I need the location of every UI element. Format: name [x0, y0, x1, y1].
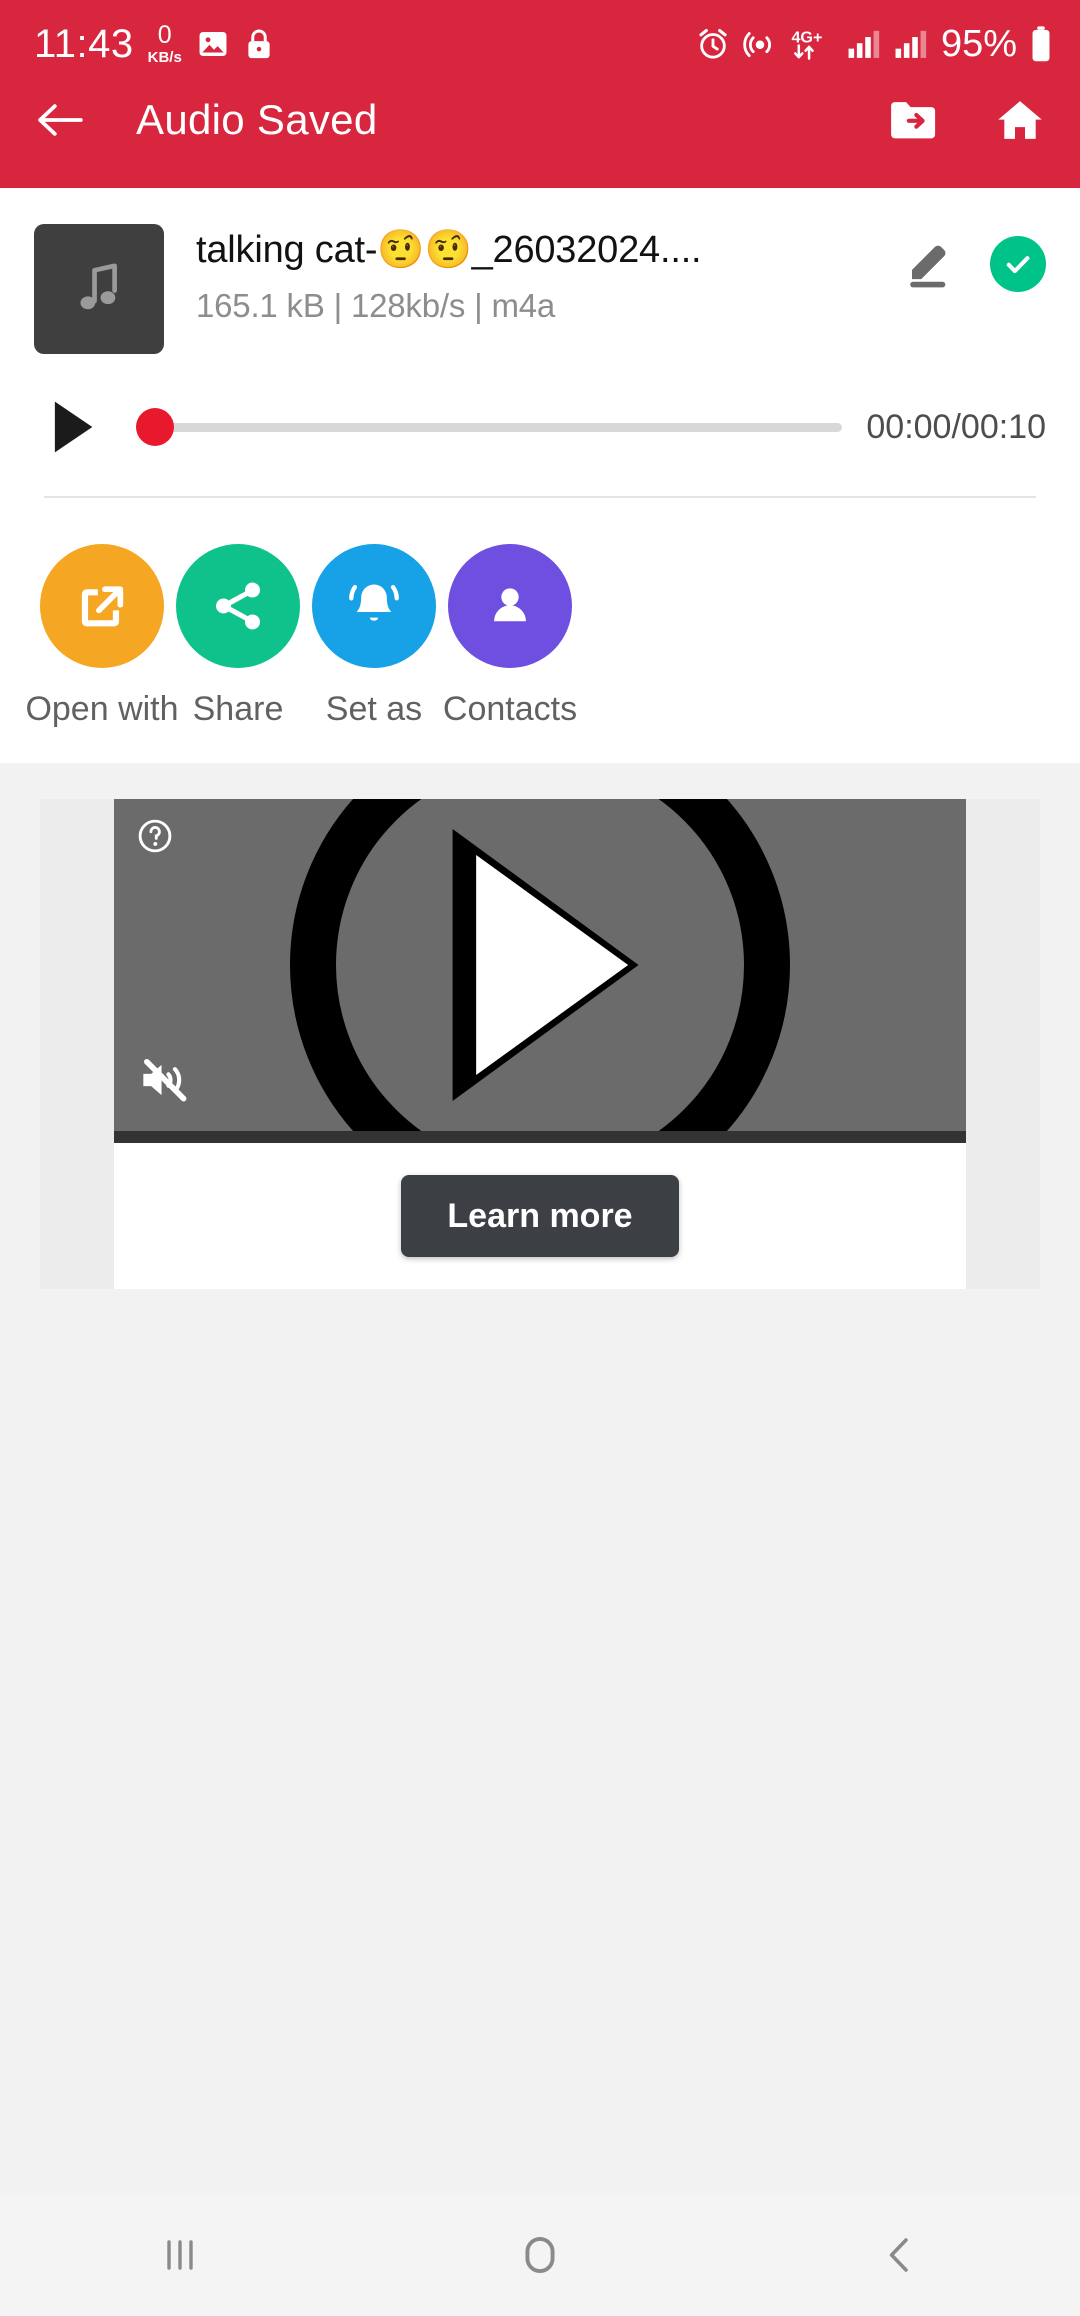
seek-thumb[interactable]: [136, 408, 174, 446]
share-icon[interactable]: [176, 544, 300, 668]
music-note-icon: [73, 260, 125, 318]
system-nav-bar: [0, 2194, 1080, 2316]
ad-info-question-icon[interactable]: [136, 817, 174, 860]
app-bar-actions: [888, 97, 1046, 143]
action-contacts[interactable]: Contacts: [442, 544, 578, 729]
file-action-group: [892, 224, 1046, 292]
phone-screen: 11:43 0 KB/s 4G+ 95% Audio Saved talking…: [0, 0, 1080, 2316]
lock-icon: [244, 27, 274, 61]
app-bar-spacer: [0, 152, 1080, 188]
status-bar-right: 4G+ 95%: [696, 23, 1052, 66]
home-circle-icon[interactable]: [440, 2194, 640, 2316]
ad-card[interactable]: Learn more: [40, 799, 1040, 1289]
battery-icon: [1030, 25, 1052, 63]
app-bar: Audio Saved: [0, 88, 1080, 152]
check-circle-icon: [990, 236, 1046, 292]
ad-video-preview[interactable]: [114, 799, 966, 1131]
action-label: Set as: [325, 690, 423, 728]
bell-icon[interactable]: [312, 544, 436, 668]
network-speed-value: 0: [157, 21, 172, 49]
open-external-icon[interactable]: [40, 544, 164, 668]
ad-body: Learn more: [114, 1143, 966, 1289]
signal-bars-icon: [847, 28, 881, 60]
recents-icon[interactable]: [80, 2194, 280, 2316]
status-bar-left: 11:43 0 KB/s: [34, 22, 274, 67]
network-speed-indicator: 0 KB/s: [147, 21, 182, 66]
file-info-row: talking cat-🤨🤨_26032024.... 165.1 kB | 1…: [0, 188, 1080, 354]
action-share[interactable]: Share: [170, 544, 306, 729]
signal-bars-icon-2: [894, 28, 928, 60]
file-thumbnail: [34, 224, 164, 354]
seek-track: [136, 422, 843, 432]
mute-icon[interactable]: [136, 1054, 194, 1111]
pencil-edit-icon[interactable]: [892, 237, 968, 291]
network-speed-unit: KB/s: [147, 49, 182, 66]
action-label: Contacts: [442, 690, 578, 728]
alarm-icon: [696, 27, 730, 61]
seek-bar[interactable]: [136, 408, 843, 446]
person-icon[interactable]: [448, 544, 572, 668]
page-title: Audio Saved: [136, 96, 378, 143]
action-label: Share: [192, 690, 284, 728]
hotspot-icon: [743, 27, 777, 61]
file-text-block: talking cat-🤨🤨_26032024.... 165.1 kB | 1…: [196, 224, 892, 325]
playback-time-label: 00:00/00:10: [866, 407, 1046, 446]
back-chevron-icon[interactable]: [800, 2194, 1000, 2316]
home-icon[interactable]: [994, 97, 1046, 143]
file-card: talking cat-🤨🤨_26032024.... 165.1 kB | 1…: [0, 188, 1080, 763]
data-transfer-icon: 4G+: [790, 26, 834, 62]
action-set-as[interactable]: Set as: [306, 544, 442, 729]
play-icon[interactable]: [476, 855, 629, 1075]
file-meta-label: 165.1 kB | 128kb/s | m4a: [196, 286, 556, 324]
play-icon[interactable]: [34, 398, 112, 456]
image-icon: [196, 27, 230, 61]
ad-progress-strip: [114, 1131, 966, 1143]
ad-container: Learn more: [0, 763, 1080, 1289]
back-arrow-icon[interactable]: [34, 98, 86, 142]
action-button-row: Open with Share Set as Contacts: [0, 498, 1080, 763]
action-open-with[interactable]: Open with: [25, 544, 179, 729]
status-bar-clock: 11:43: [34, 21, 134, 66]
learn-more-button[interactable]: Learn more: [401, 1175, 679, 1257]
folder-move-icon[interactable]: [888, 97, 938, 143]
audio-player: 00:00/00:10: [0, 354, 1080, 496]
file-name-label: talking cat-🤨🤨_26032024....: [196, 229, 702, 271]
status-bar: 11:43 0 KB/s 4G+ 95%: [0, 0, 1080, 88]
battery-percent-label: 95%: [940, 22, 1017, 65]
action-label: Open with: [25, 690, 179, 728]
svg-text:4G+: 4G+: [791, 29, 822, 47]
ad-inner: Learn more: [114, 799, 966, 1289]
